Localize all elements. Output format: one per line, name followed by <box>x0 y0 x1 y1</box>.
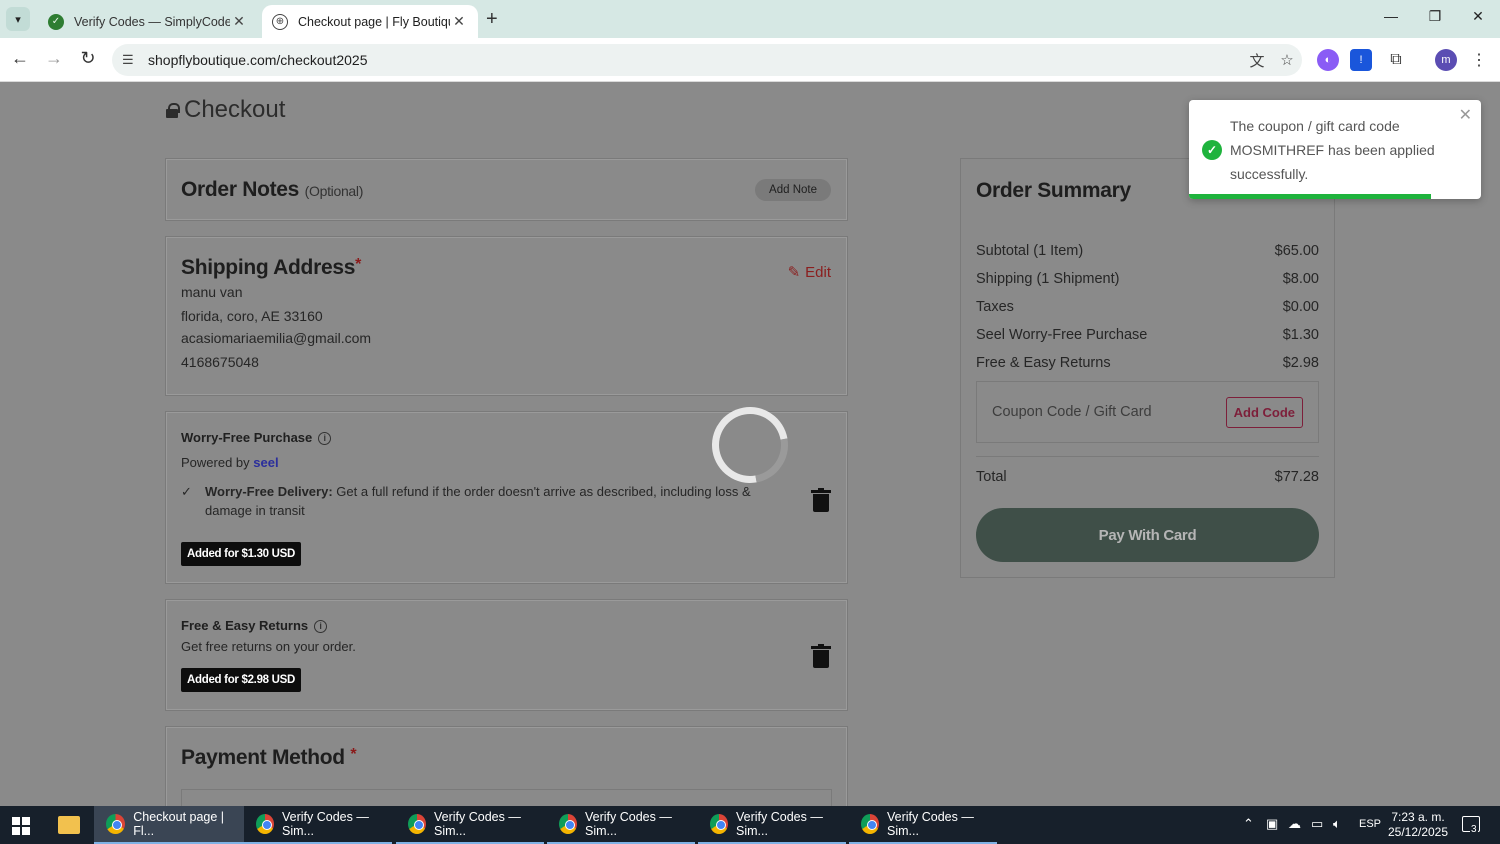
payment-method-card: Payment Method * <box>165 726 848 806</box>
worry-free-badge: Added for $1.30 USD <box>181 542 302 567</box>
coupon-input[interactable]: Coupon Code / Gift Card <box>992 404 1152 420</box>
puzzle-icon[interactable]: ⧉ <box>1385 49 1407 71</box>
taskbar-item[interactable]: Verify Codes — Sim... <box>849 806 997 844</box>
summary-row: Taxes $0.00 <box>976 299 1319 315</box>
chrome-icon <box>710 814 728 834</box>
shipping-address-card: Shipping Address* manu van florida, coro… <box>165 236 848 396</box>
payment-form-frame[interactable] <box>181 789 832 806</box>
network-icon[interactable]: ▭ <box>1311 816 1323 832</box>
address-email: acasiomariaemilia@gmail.com <box>181 330 372 346</box>
new-tab-button[interactable]: + <box>486 8 498 31</box>
chrome-icon <box>861 814 879 834</box>
info-icon[interactable]: i <box>314 620 328 634</box>
checkmark-icon: ✓ <box>181 484 192 500</box>
menu-icon[interactable]: ⋮ <box>1468 49 1490 71</box>
address-name: manu van <box>181 284 243 300</box>
address-line: florida, coro, AE 33160 <box>181 308 323 324</box>
bookmark-star-icon[interactable]: ☆ <box>1272 51 1302 69</box>
taskbar-item[interactable]: Verify Codes — Sim... <box>396 806 544 844</box>
chrome-icon <box>408 814 426 834</box>
shipping-heading: Shipping Address* <box>181 256 362 279</box>
close-tab-icon[interactable]: ✕ <box>230 13 248 30</box>
chevron-up-icon[interactable]: ⌃ <box>1243 816 1254 832</box>
summary-heading: Order Summary <box>976 179 1131 202</box>
summary-row: Seel Worry-Free Purchase $1.30 <box>976 327 1319 343</box>
translate-icon[interactable]: 文 <box>1242 50 1272 71</box>
returns-text: Get free returns on your order. <box>181 639 356 655</box>
coupon-toast: ✓ The coupon / gift card code MOSMITHREF… <box>1189 100 1481 199</box>
order-notes-card: Order Notes (Optional) Add Note <box>165 158 848 221</box>
trash-icon[interactable] <box>811 488 831 512</box>
minimize-icon[interactable]: — <box>1376 8 1406 24</box>
tab-checkout[interactable]: ⊕ Checkout page | Fly Boutique ✕ <box>262 5 478 38</box>
add-code-button[interactable]: Add Code <box>1225 397 1303 428</box>
browser-tab-bar: ▾ ✓ Verify Codes — SimplyCodes ✕ ⊕ Check… <box>0 0 1500 38</box>
divider <box>976 456 1319 457</box>
close-window-icon[interactable]: ✕ <box>1463 8 1493 25</box>
order-summary: Order Summary Subtotal (1 Item) $65.00 Sh… <box>960 158 1335 578</box>
windows-start-icon[interactable] <box>12 817 30 835</box>
returns-heading: Free & Easy Returns i <box>181 618 356 634</box>
language-indicator[interactable]: ESP <box>1359 818 1381 830</box>
page-title: Checkout <box>166 96 285 124</box>
powered-by: Powered by seel <box>181 455 279 471</box>
tab-simplycodes[interactable]: ✓ Verify Codes — SimplyCodes ✕ <box>38 5 258 38</box>
meet-icon[interactable]: ▣ <box>1266 816 1278 832</box>
returns-card: Free & Easy Returns i Get free returns on… <box>165 599 848 711</box>
tab-title: Verify Codes — SimplyCodes <box>74 14 230 29</box>
lock-icon <box>166 103 180 118</box>
pencil-icon: ✎ <box>787 264 801 281</box>
browser-toolbar: ← → ↻ ☰ shopflyboutique.com/checkout2025… <box>0 38 1500 82</box>
add-note-button[interactable]: Add Note <box>755 179 831 201</box>
profile-avatar[interactable]: m <box>1435 49 1457 71</box>
notification-count: 3 <box>1470 824 1478 835</box>
toast-message: The coupon / gift card code MOSMITHREF h… <box>1230 118 1435 182</box>
globe-icon: ⊕ <box>272 13 288 30</box>
file-explorer-icon[interactable] <box>58 816 80 834</box>
info-icon[interactable]: i <box>318 432 332 446</box>
reload-icon[interactable]: ↻ <box>75 48 101 69</box>
success-check-icon: ✓ <box>1202 140 1222 160</box>
shield-icon[interactable]: ! <box>1350 49 1372 71</box>
taskbar-item[interactable]: Verify Codes — Sim... <box>244 806 392 844</box>
site-settings-icon[interactable]: ☰ <box>122 52 142 68</box>
taskbar-item[interactable]: Checkout page | Fl... <box>94 806 244 844</box>
order-notes-heading: Order Notes (Optional) <box>181 178 364 201</box>
forward-icon[interactable]: → <box>41 48 67 69</box>
pay-with-card-button[interactable]: Pay With Card <box>976 508 1319 562</box>
restore-icon[interactable]: ❐ <box>1420 8 1450 25</box>
summary-row: Shipping (1 Shipment) $8.00 <box>976 271 1319 287</box>
chrome-icon <box>559 814 577 834</box>
simplycodes-favicon-icon: ✓ <box>48 13 64 30</box>
trash-icon[interactable] <box>811 644 831 668</box>
summary-row: Free & Easy Returns $2.98 <box>976 355 1319 371</box>
summary-row: Subtotal (1 Item) $65.00 <box>976 243 1319 259</box>
total-row: Total $77.28 <box>976 469 1319 485</box>
back-icon[interactable]: ← <box>7 48 33 69</box>
volume-icon[interactable]: 🔈︎ <box>1333 816 1341 832</box>
edit-address-button[interactable]: ✎ Edit <box>787 263 831 282</box>
extension-icon[interactable]: ◐ <box>1317 49 1339 71</box>
payment-heading: Payment Method * <box>181 746 357 769</box>
tab-title: Checkout page | Fly Boutique <box>298 14 450 29</box>
tab-search-button[interactable]: ▾ <box>6 7 30 31</box>
chrome-icon <box>256 814 274 834</box>
url-text: shopflyboutique.com/checkout2025 <box>148 52 368 68</box>
taskbar-item[interactable]: Verify Codes — Sim... <box>698 806 846 844</box>
close-tab-icon[interactable]: ✕ <box>450 13 468 30</box>
address-bar[interactable]: ☰ shopflyboutique.com/checkout2025 文 ☆ <box>112 44 1302 76</box>
clock[interactable]: 7:23 a. m. 25/12/2025 <box>1385 810 1451 840</box>
cloud-icon[interactable]: ☁ <box>1288 816 1301 832</box>
seel-link[interactable]: seel <box>253 455 278 470</box>
worry-free-heading: Worry-Free Purchase i <box>181 430 781 446</box>
returns-badge: Added for $2.98 USD <box>181 668 302 693</box>
taskbar-item[interactable]: Verify Codes — Sim... <box>547 806 695 844</box>
coupon-box: Coupon Code / Gift Card Add Code <box>976 381 1319 443</box>
chrome-icon <box>106 814 126 834</box>
address-phone: 4168675048 <box>181 354 259 370</box>
toast-progress-bar <box>1189 194 1432 199</box>
close-toast-icon[interactable]: ✕ <box>1459 105 1472 125</box>
worry-free-feature: ✓ Worry-Free Delivery: Get a full refund… <box>181 484 751 519</box>
windows-taskbar: Checkout page | Fl... Verify Codes — Sim… <box>0 806 1500 844</box>
